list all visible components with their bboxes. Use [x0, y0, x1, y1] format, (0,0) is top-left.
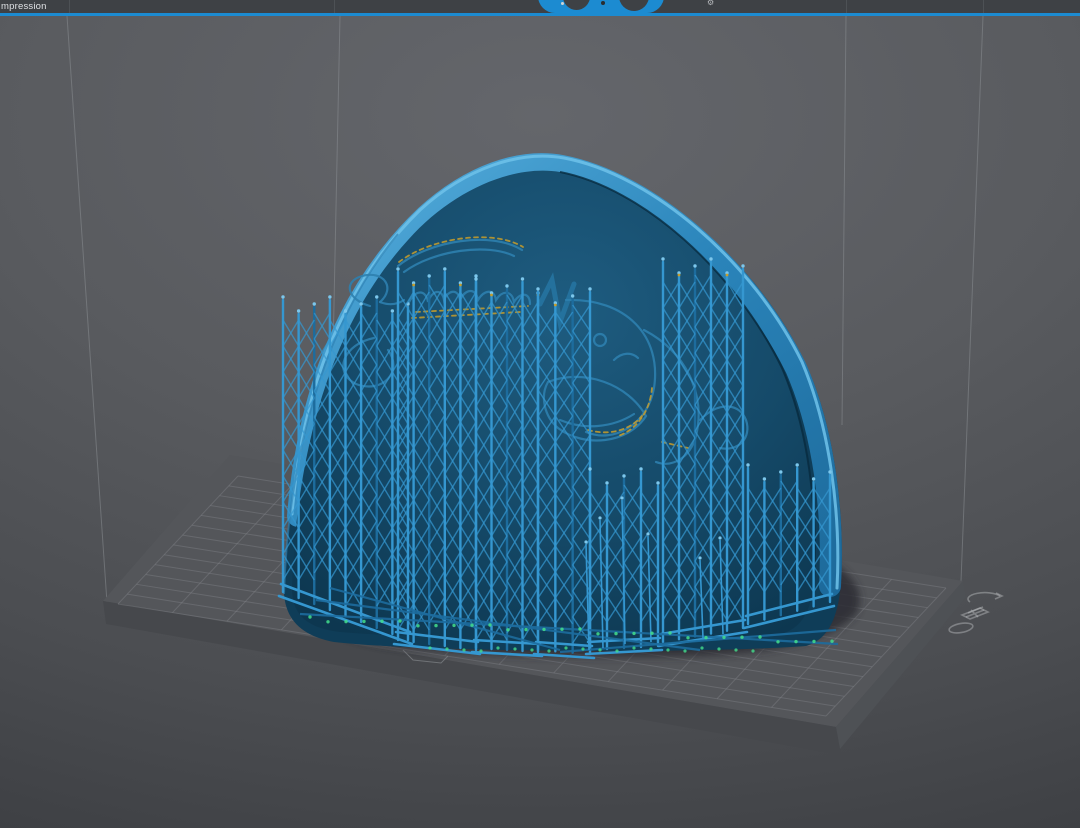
toolbar-separator [69, 0, 70, 13]
gear-icon[interactable]: ⚙ [707, 0, 714, 7]
application-window: mpression ⚙ [0, 0, 1080, 828]
toolbar: mpression ⚙ [0, 0, 1080, 16]
toolbar-label: mpression [1, 1, 47, 12]
toolbar-separator [846, 0, 847, 13]
ellipse-icon[interactable] [948, 621, 974, 634]
rotate-icon[interactable] [967, 591, 1004, 603]
toolbar-separator [334, 0, 335, 13]
button-icon-dot [601, 1, 605, 5]
toolbar-separator [983, 0, 984, 13]
button-icon-dot [561, 2, 564, 5]
grid-icon[interactable] [960, 606, 990, 620]
viewport-3d[interactable] [0, 0, 1080, 828]
